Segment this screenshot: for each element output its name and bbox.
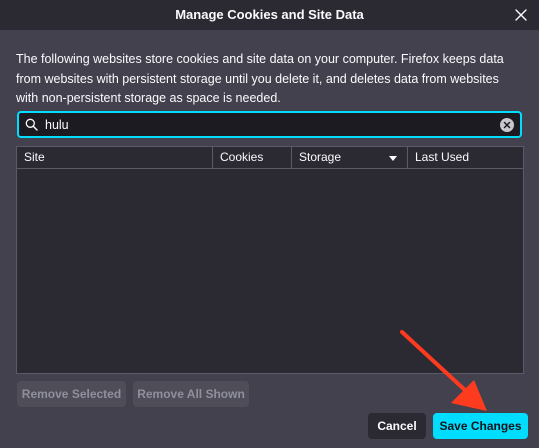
close-button[interactable] xyxy=(511,5,531,25)
search-input[interactable] xyxy=(45,117,500,132)
column-header-storage-label: Storage xyxy=(299,150,342,164)
clear-icon[interactable] xyxy=(500,117,514,132)
close-icon xyxy=(515,9,527,21)
search-icon xyxy=(25,118,39,132)
save-changes-button[interactable]: Save Changes xyxy=(433,413,528,439)
search-box[interactable] xyxy=(17,111,522,138)
sites-table: Site Cookies Storage Last Used xyxy=(16,146,524,374)
table-header: Site Cookies Storage Last Used xyxy=(17,147,523,169)
column-header-site[interactable]: Site xyxy=(17,147,212,169)
column-header-cookies[interactable]: Cookies xyxy=(212,147,291,169)
sort-descending-icon xyxy=(389,156,397,161)
column-header-storage[interactable]: Storage xyxy=(291,147,407,169)
table-body[interactable] xyxy=(17,170,523,373)
remove-selected-button[interactable]: Remove Selected xyxy=(17,381,126,407)
column-header-last-used[interactable]: Last Used xyxy=(407,147,524,169)
dialog-title: Manage Cookies and Site Data xyxy=(175,7,364,22)
cancel-button[interactable]: Cancel xyxy=(368,413,426,439)
manage-cookies-dialog: Manage Cookies and Site Data The followi… xyxy=(0,0,539,448)
dialog-description: The following websites store cookies and… xyxy=(16,52,504,105)
remove-all-shown-button[interactable]: Remove All Shown xyxy=(133,381,249,407)
dialog-titlebar: Manage Cookies and Site Data xyxy=(0,0,539,30)
